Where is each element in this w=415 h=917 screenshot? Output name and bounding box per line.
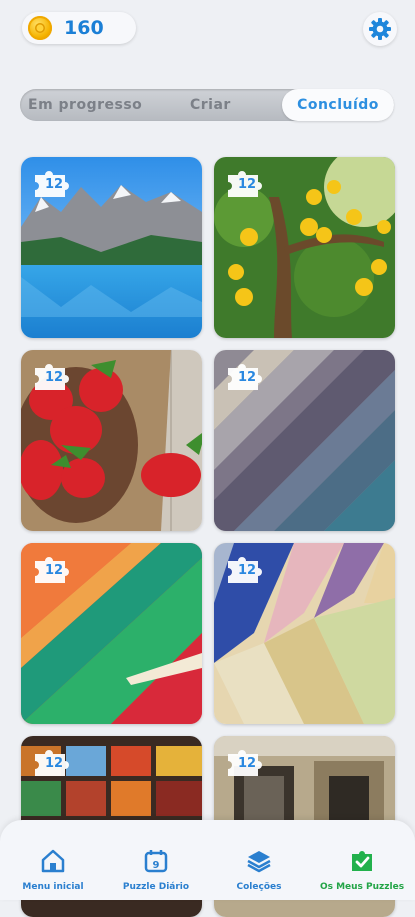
pieces-badge: 12 (31, 362, 71, 394)
nav-home[interactable]: Menu inicial (3, 848, 103, 892)
pieces-badge: 12 (224, 748, 264, 780)
layers-icon (247, 851, 271, 873)
puzzle-grid: 12 12 12 12 12 12 12 12 (21, 157, 395, 917)
puzzle-card-fabric-swatches-colored[interactable]: 12 (214, 543, 395, 724)
calendar-icon: 9 (144, 850, 168, 873)
home-icon (41, 849, 65, 873)
pieces-badge: 12 (224, 555, 264, 587)
coin-balance[interactable]: 160 (22, 12, 136, 44)
pieces-badge: 12 (224, 169, 264, 201)
puzzle-card-lemon-tree[interactable]: 12 (214, 157, 395, 338)
pieces-badge: 12 (31, 169, 71, 201)
puzzle-card-mountain-lake[interactable]: 12 (21, 157, 202, 338)
coin-icon (28, 16, 52, 40)
coin-count: 160 (64, 17, 104, 39)
tab-in-progress[interactable]: Em progresso (28, 89, 142, 121)
puzzle-check-icon (352, 851, 372, 871)
pieces-badge: 12 (31, 555, 71, 587)
nav-my-puzzles[interactable]: Os Meus Puzzles (312, 848, 412, 892)
bottom-nav: Menu inicial 9 Puzzle Diário Coleções Os… (0, 820, 415, 900)
calendar-day: 9 (153, 860, 160, 871)
status-tabs: Em progresso Criar Concluído (20, 89, 394, 121)
puzzle-card-color-swatches[interactable]: 12 (21, 543, 202, 724)
nav-collections[interactable]: Coleções (209, 848, 309, 892)
pieces-badge: 12 (31, 748, 71, 780)
nav-daily-puzzle[interactable]: 9 Puzzle Diário (106, 848, 206, 892)
tab-create[interactable]: Criar (190, 89, 231, 121)
tab-completed[interactable]: Concluído (282, 89, 394, 121)
gear-icon (369, 18, 391, 40)
pieces-badge: 12 (224, 362, 264, 394)
puzzle-card-fabric-swatches-gray[interactable]: 12 (214, 350, 395, 531)
puzzle-card-strawberries[interactable]: 12 (21, 350, 202, 531)
settings-button[interactable] (363, 12, 397, 46)
